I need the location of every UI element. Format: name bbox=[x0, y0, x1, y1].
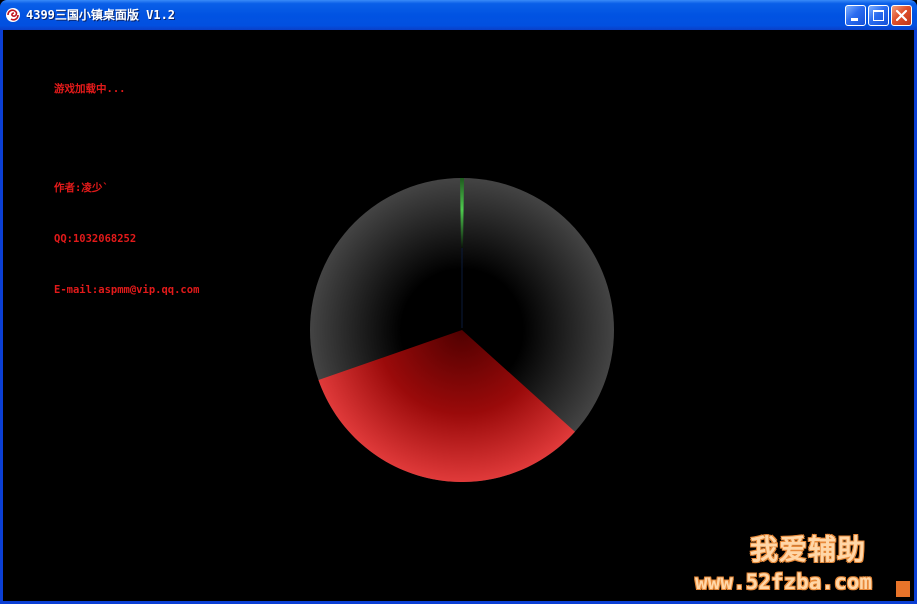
qq-text: QQ:1032068252 bbox=[54, 233, 137, 245]
email-text: E-mail:aspmm@vip.qq.com bbox=[54, 284, 200, 296]
author-text: 作者:凌少` bbox=[54, 182, 109, 194]
site-watermark: 我爱辅助 www.52fzba.com bbox=[695, 533, 910, 597]
watermark-tag-icon bbox=[896, 581, 910, 597]
close-icon bbox=[895, 9, 908, 22]
window-title: 4399三国小镇桌面版 V1.2 bbox=[26, 8, 176, 22]
close-button[interactable] bbox=[891, 5, 912, 26]
watermark-url: www.52fzba.com bbox=[695, 570, 873, 594]
title-bar[interactable]: 4399三国小镇桌面版 V1.2 bbox=[0, 0, 917, 30]
client-area: 游戏加载中... 作者:凌少` QQ:1032068252 E-mail:asp… bbox=[3, 30, 914, 601]
app-icon bbox=[6, 8, 20, 22]
loading-progress-dial bbox=[310, 178, 614, 482]
maximize-button[interactable] bbox=[868, 5, 889, 26]
minimize-icon bbox=[851, 18, 858, 21]
maximize-icon bbox=[873, 10, 884, 21]
loading-status-text: 游戏加载中... bbox=[54, 83, 126, 95]
app-window: 4399三国小镇桌面版 V1.2 游戏加载中... 作者:凌少` QQ:1032… bbox=[0, 0, 917, 604]
minimize-button[interactable] bbox=[845, 5, 866, 26]
watermark-brand: 我爱辅助 bbox=[749, 533, 866, 566]
